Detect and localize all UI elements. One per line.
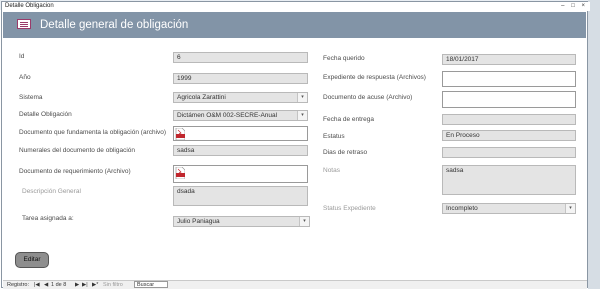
estatus-field[interactable]: En Proceso [442,130,576,141]
pdf-icon [175,128,185,140]
fecha-querido-field[interactable]: 18/01/2017 [442,54,576,65]
sistema-label: Sistema [19,94,43,101]
tarea-value: Julio Paniagua [177,218,220,225]
last-record-icon[interactable]: ▶| [82,281,88,289]
maximize-icon[interactable]: □ [571,3,575,9]
record-position[interactable]: 1 de 8 [51,281,66,289]
chevron-down-icon[interactable]: ▾ [565,204,575,213]
doc-requerimiento-label: Documento de requerimiento (Archivo) [19,168,131,175]
next-record-icon[interactable]: ▶ [75,281,79,289]
id-field[interactable]: 6 [173,52,308,63]
notas-field[interactable]: sadsa [442,165,576,195]
fecha-entrega-field[interactable] [442,114,576,125]
id-label: Id [19,53,25,60]
status-expediente-label: Status Expediente [323,205,376,212]
pdf-icon [175,167,185,179]
expediente-resp-label: Expediente de respuesta (Archivos) [323,74,426,81]
form-window: Detalle Obligacion – □ × Detalle general… [1,1,590,289]
page-title: Detalle general de obligación [40,19,189,31]
notas-label: Notas [323,167,340,174]
minimize-icon[interactable]: – [561,3,564,9]
anio-label: Año [19,74,31,81]
dias-retraso-field[interactable] [442,147,576,158]
search-input[interactable]: Buscar [134,281,168,288]
sistema-value: Agricola Zarattini [177,94,226,101]
previous-record-icon[interactable]: ◀ [44,281,48,289]
sistema-combo[interactable]: Agricola Zarattini ▾ [173,92,308,103]
detalle-label: Detalle Obligación [19,111,72,118]
fecha-entrega-label: Fecha de entrega [323,116,374,123]
form-icon [17,19,31,29]
anio-field[interactable]: 1999 [173,73,308,84]
filter-status[interactable]: Sin filtro [103,281,123,289]
detalle-value: Dictámen O&M 002-SECRE-Anual [177,112,278,119]
new-record-icon[interactable]: ▶* [92,281,98,289]
tarea-label: Tarea asignada a: [22,215,74,222]
chevron-down-icon[interactable]: ▾ [299,217,309,226]
tarea-combo[interactable]: Julio Paniagua ▾ [173,216,310,227]
dias-retraso-label: Dias de retraso [323,149,368,156]
fecha-querido-label: Fecha querido [323,55,365,62]
numerales-field[interactable]: sadsa [173,145,308,156]
expediente-resp-attachment[interactable] [442,71,576,87]
status-expediente-combo[interactable]: Incompleto ▾ [442,203,576,214]
window-title: Detalle Obligacion [2,2,590,11]
record-navigation: Registro: |◀ ◀ 1 de 8 ▶ ▶| ▶* Sin filtro… [3,280,587,289]
doc-fundamenta-attachment[interactable] [173,126,308,141]
descripcion-field[interactable]: dsada [173,186,308,206]
numerales-label: Numerales del documento de obligación [19,147,135,154]
first-record-icon[interactable]: |◀ [34,281,40,289]
chevron-down-icon[interactable]: ▾ [297,93,307,102]
chevron-down-icon[interactable]: ▾ [297,111,307,120]
close-icon[interactable]: × [581,3,585,9]
form-header: Detalle general de obligación [3,12,586,38]
window-controls: – □ × [556,2,585,11]
editar-button[interactable]: Editar [15,252,49,268]
doc-requerimiento-attachment[interactable] [173,165,308,183]
estatus-label: Estatus [323,133,345,140]
background-side [588,0,600,289]
doc-acuse-label: Documento de acuse (Archivo) [323,94,413,101]
detalle-combo[interactable]: Dictámen O&M 002-SECRE-Anual ▾ [173,110,308,121]
doc-acuse-attachment[interactable] [442,91,576,108]
registro-label: Registro: [7,282,30,288]
descripcion-label: Descripción General [22,188,81,195]
doc-fundamenta-label: Documento que fundamenta la obligación (… [19,129,167,136]
status-expediente-value: Incompleto [446,205,478,212]
